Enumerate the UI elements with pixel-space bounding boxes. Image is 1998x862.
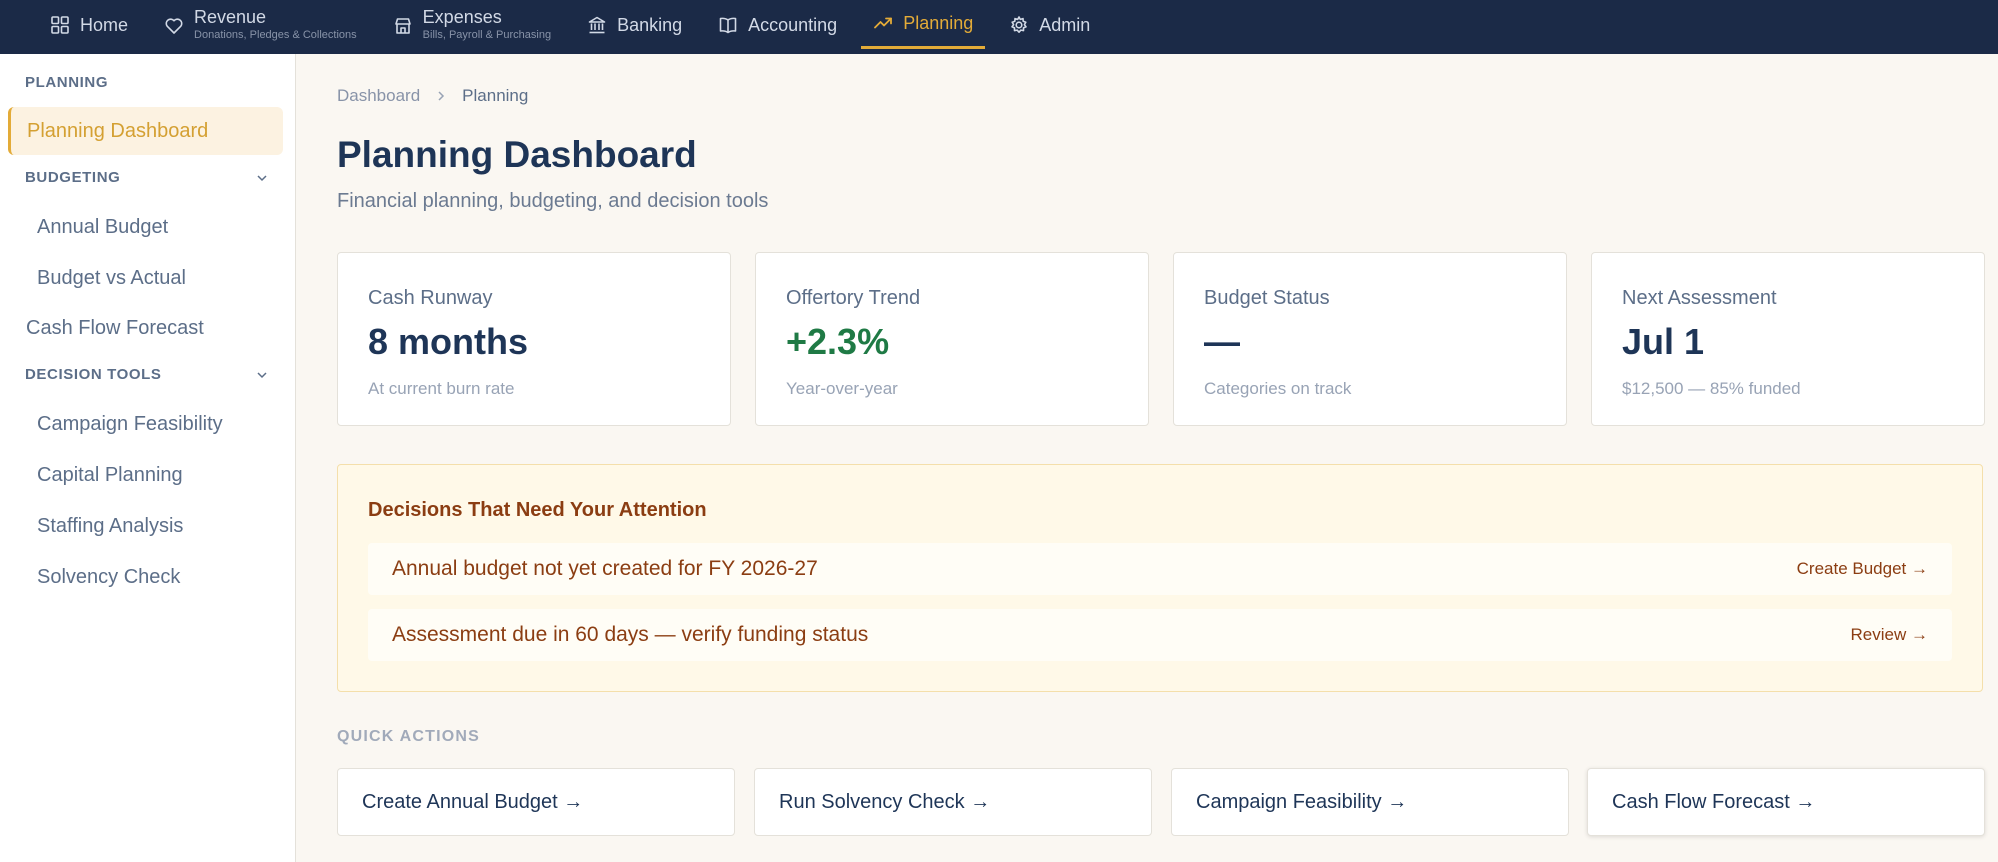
nav-home-label: Home bbox=[80, 14, 129, 35]
nav-expenses-label: Expenses bbox=[422, 7, 502, 27]
book-icon bbox=[718, 15, 738, 35]
gear-icon bbox=[1009, 15, 1029, 35]
attention-panel: Decisions That Need Your Attention Annua… bbox=[337, 464, 1983, 692]
grid-icon bbox=[50, 15, 70, 35]
metric-note: $12,500 — 85% funded bbox=[1622, 379, 1801, 398]
nav-revenue[interactable]: Revenue Donations, Pledges & Collections bbox=[152, 0, 369, 49]
run-solvency-check-button[interactable]: Run Solvency Check → bbox=[754, 768, 1152, 836]
metric-card-next-assessment: Next Assessment Jul 1 $12,500 — 85% fund… bbox=[1591, 252, 1985, 426]
sidebar-item-annual-budget[interactable]: Annual Budget bbox=[8, 203, 283, 251]
attention-item-text: Annual budget not yet created for FY 202… bbox=[392, 557, 818, 580]
attention-item: Assessment due in 60 days — verify fundi… bbox=[368, 609, 1952, 661]
nav-banking-label: Banking bbox=[617, 14, 683, 35]
nav-admin-label: Admin bbox=[1039, 14, 1091, 35]
chevron-right-icon bbox=[434, 89, 448, 103]
page-subtitle: Financial planning, budgeting, and decis… bbox=[337, 190, 769, 212]
nav-revenue-subtitle: Donations, Pledges & Collections bbox=[194, 29, 357, 41]
sidebar-item-solvency-check[interactable]: Solvency Check bbox=[8, 553, 283, 601]
metric-value: 8 months bbox=[368, 321, 529, 362]
sidebar-item-staffing-analysis[interactable]: Staffing Analysis bbox=[8, 502, 283, 550]
nav-home[interactable]: Home bbox=[38, 0, 140, 49]
main-content: Dashboard Planning Planning Dashboard Fi… bbox=[297, 54, 1998, 862]
sidebar-group-decision-tools[interactable]: DECISION TOOLS bbox=[25, 366, 269, 383]
metric-card-cash-runway: Cash Runway 8 months At current burn rat… bbox=[337, 252, 731, 426]
nav-expenses[interactable]: Expenses Bills, Payroll & Purchasing bbox=[381, 0, 563, 49]
quick-actions-heading: QUICK ACTIONS bbox=[337, 728, 481, 745]
create-budget-link[interactable]: Create Budget → bbox=[1797, 559, 1928, 579]
attention-item: Annual budget not yet created for FY 202… bbox=[368, 543, 1952, 595]
sidebar-item-capital-planning[interactable]: Capital Planning bbox=[8, 451, 283, 499]
sidebar-item-planning-dashboard[interactable]: Planning Dashboard bbox=[8, 107, 283, 155]
chevron-down-icon bbox=[255, 368, 269, 382]
breadcrumb: Dashboard Planning bbox=[337, 86, 528, 106]
nav-planning[interactable]: Planning bbox=[861, 0, 986, 49]
nav-planning-label: Planning bbox=[903, 13, 974, 33]
review-link[interactable]: Review → bbox=[1851, 625, 1928, 645]
metric-label: Next Assessment bbox=[1622, 287, 1777, 309]
bank-icon bbox=[587, 15, 607, 35]
sidebar-item-campaign-feasibility[interactable]: Campaign Feasibility bbox=[8, 400, 283, 448]
campaign-feasibility-button[interactable]: Campaign Feasibility → bbox=[1171, 768, 1569, 836]
metric-label: Offertory Trend bbox=[786, 287, 921, 309]
sidebar-item-cash-flow-forecast[interactable]: Cash Flow Forecast bbox=[8, 304, 283, 352]
page-title: Planning Dashboard bbox=[337, 134, 697, 175]
attention-title: Decisions That Need Your Attention bbox=[368, 499, 707, 521]
nav-accounting-label: Accounting bbox=[748, 14, 838, 35]
metric-value: — bbox=[1204, 321, 1240, 362]
top-navigation: Home Revenue Donations, Pledges & Collec… bbox=[0, 0, 1998, 54]
cash-flow-forecast-button[interactable]: Cash Flow Forecast → bbox=[1587, 768, 1985, 836]
nav-admin[interactable]: Admin bbox=[997, 0, 1102, 49]
sidebar-section-planning: PLANNING bbox=[25, 74, 109, 91]
sidebar-group-budgeting[interactable]: BUDGETING bbox=[25, 169, 269, 186]
storefront-icon bbox=[393, 16, 413, 36]
metric-label: Budget Status bbox=[1204, 287, 1330, 309]
trending-up-icon bbox=[873, 13, 893, 33]
metric-note: At current burn rate bbox=[368, 379, 515, 398]
metric-value: +2.3% bbox=[786, 321, 890, 362]
breadcrumb-dashboard[interactable]: Dashboard bbox=[337, 86, 420, 106]
chevron-down-icon bbox=[255, 171, 269, 185]
nav-revenue-label: Revenue bbox=[194, 7, 267, 27]
metric-card-offertory-trend: Offertory Trend +2.3% Year-over-year bbox=[755, 252, 1149, 426]
metric-value: Jul 1 bbox=[1622, 321, 1705, 362]
create-annual-budget-button[interactable]: Create Annual Budget → bbox=[337, 768, 735, 836]
sidebar: PLANNING Planning Dashboard BUDGETING An… bbox=[0, 54, 296, 862]
metric-note: Year-over-year bbox=[786, 379, 898, 398]
sidebar-item-budget-vs-actual[interactable]: Budget vs Actual bbox=[8, 254, 283, 302]
nav-expenses-subtitle: Bills, Payroll & Purchasing bbox=[422, 29, 552, 41]
attention-item-text: Assessment due in 60 days — verify fundi… bbox=[392, 623, 869, 646]
nav-banking[interactable]: Banking bbox=[575, 0, 694, 49]
nav-accounting[interactable]: Accounting bbox=[706, 0, 849, 49]
breadcrumb-current: Planning bbox=[462, 86, 529, 105]
sidebar-group-budgeting-label: BUDGETING bbox=[25, 169, 121, 186]
metric-note: Categories on track bbox=[1204, 379, 1352, 398]
sidebar-group-decision-tools-label: DECISION TOOLS bbox=[25, 366, 162, 383]
metric-label: Cash Runway bbox=[368, 287, 493, 309]
metric-card-budget-status: Budget Status — Categories on track bbox=[1173, 252, 1567, 426]
heart-icon bbox=[164, 16, 184, 36]
